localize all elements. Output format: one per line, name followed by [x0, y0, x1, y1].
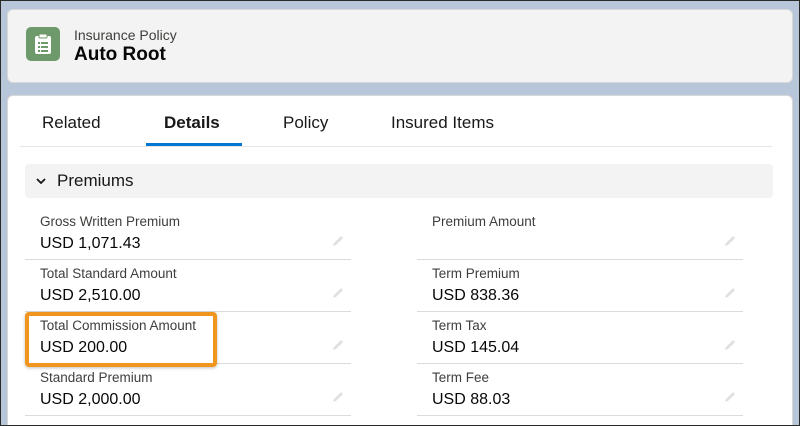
field-label: Term Premium — [432, 266, 520, 281]
field-label: Gross Written Premium — [40, 214, 181, 229]
field-value: USD 1,071.43 — [40, 235, 141, 252]
field-label: Premium Amount — [432, 214, 536, 229]
field-premium-amount: Premium Amount — [417, 208, 743, 260]
field-value: USD 145.04 — [432, 339, 520, 356]
edit-pencil-icon[interactable] — [723, 286, 737, 300]
record-detail-card: Related Details Policy Insured Items Pre… — [7, 95, 793, 425]
commission-highlight-box — [25, 312, 217, 367]
tab-divider — [20, 146, 772, 147]
field-value: USD 838.36 — [432, 287, 520, 304]
field-value: USD 88.03 — [432, 391, 511, 408]
field-total-standard-amount: Total Standard Amount USD 2,510.00 — [25, 260, 351, 312]
field-label: Term Fee — [432, 370, 490, 385]
record-header: Insurance Policy Auto Root — [7, 9, 793, 83]
policy-clipboard-icon — [26, 27, 60, 61]
chevron-down-icon — [35, 175, 47, 187]
edit-pencil-icon[interactable] — [723, 390, 737, 404]
edit-pencil-icon[interactable] — [331, 286, 345, 300]
field-term-fee: Term Fee USD 88.03 — [417, 364, 743, 416]
section-title: Premiums — [57, 171, 134, 190]
object-type-label: Insurance Policy — [74, 27, 177, 43]
field-term-tax: Term Tax USD 145.04 — [417, 312, 743, 364]
field-gross-written-premium: Gross Written Premium USD 1,071.43 — [25, 208, 351, 260]
section-premiums-toggle[interactable]: Premiums — [25, 164, 773, 198]
tab-bar: Related Details Policy Insured Items — [8, 96, 768, 146]
tab-policy[interactable]: Policy — [283, 113, 328, 133]
field-term-premium: Term Premium USD 838.36 — [417, 260, 743, 312]
edit-pencil-icon[interactable] — [331, 390, 345, 404]
field-value: USD 2,510.00 — [40, 287, 141, 304]
record-title: Auto Root — [74, 44, 166, 65]
edit-pencil-icon[interactable] — [723, 234, 737, 248]
field-label: Term Tax — [432, 318, 487, 333]
screenshot-frame: Insurance Policy Auto Root Related Detai… — [0, 0, 800, 426]
tab-insured-items[interactable]: Insured Items — [391, 113, 494, 133]
edit-pencil-icon[interactable] — [331, 234, 345, 248]
edit-pencil-icon[interactable] — [723, 338, 737, 352]
field-label: Total Standard Amount — [40, 266, 177, 281]
field-standard-premium: Standard Premium USD 2,000.00 — [25, 364, 351, 416]
field-value: USD 2,000.00 — [40, 391, 141, 408]
field-label: Standard Premium — [40, 370, 153, 385]
tab-details[interactable]: Details — [164, 113, 220, 133]
edit-pencil-icon[interactable] — [331, 338, 345, 352]
tab-related[interactable]: Related — [42, 113, 101, 133]
